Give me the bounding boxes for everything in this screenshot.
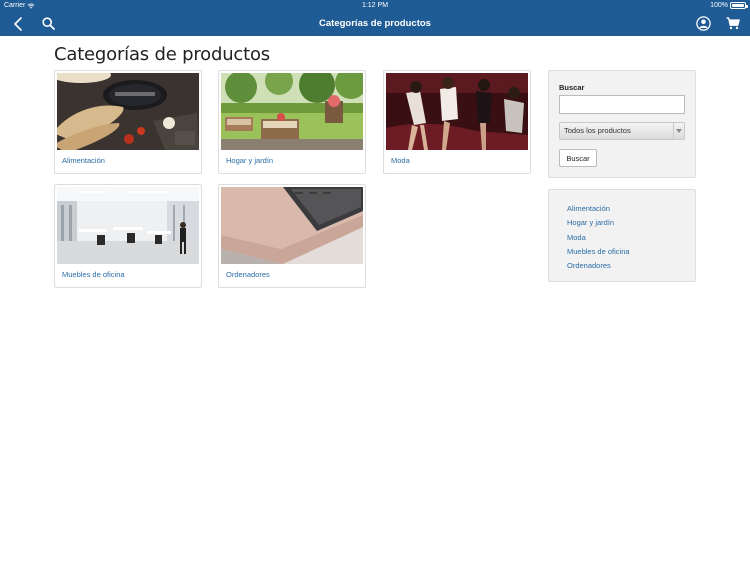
category-select-value: Todos los productos (564, 126, 631, 135)
battery-percent: 100% (710, 2, 728, 9)
category-list-item[interactable]: Moda (567, 231, 630, 245)
category-image-food[interactable] (57, 73, 199, 150)
cart-button[interactable] (722, 13, 744, 34)
nav-bar: Categorías de productos (0, 11, 750, 36)
chevron-down-icon (673, 123, 684, 139)
search-panel: Buscar Todos los productos Buscar (548, 70, 696, 178)
battery-icon (730, 2, 748, 9)
search-input[interactable] (559, 95, 685, 114)
search-label: Buscar (559, 83, 585, 92)
category-link-muebles[interactable]: Muebles de oficina (62, 270, 125, 279)
cart-icon (726, 17, 740, 30)
category-image-garden[interactable] (221, 73, 363, 150)
category-list-item[interactable]: Ordenadores (567, 259, 630, 273)
user-icon (695, 16, 711, 31)
category-image-fashion[interactable] (386, 73, 528, 150)
category-list-item[interactable]: Muebles de oficina (567, 245, 630, 259)
category-list-item[interactable]: Alimentación (567, 202, 630, 216)
status-time: 1:12 PM (361, 2, 389, 9)
battery-indicator: 100% (710, 0, 748, 11)
category-image-laptop[interactable] (221, 187, 363, 264)
nav-title: Categorías de productos (319, 18, 431, 29)
search-submit-button[interactable]: Buscar (559, 149, 597, 167)
category-card-moda[interactable]: Moda (383, 70, 531, 174)
category-card-muebles[interactable]: Muebles de oficina (54, 184, 202, 288)
category-card-hogar[interactable]: Hogar y jardín (218, 70, 366, 174)
category-link-hogar[interactable]: Hogar y jardín (226, 156, 273, 165)
category-image-office[interactable] (57, 187, 199, 264)
page-title: Categorías de productos (54, 44, 270, 65)
status-bar: Carrier 1:12 PM 100% (0, 0, 750, 11)
category-list-item[interactable]: Hogar y jardín (567, 216, 630, 230)
categories-panel: Alimentación Hogar y jardín Moda Muebles… (548, 189, 696, 282)
category-select[interactable]: Todos los productos (559, 122, 685, 140)
categories-list: Alimentación Hogar y jardín Moda Muebles… (567, 202, 630, 273)
category-card-ordenadores[interactable]: Ordenadores (218, 184, 366, 288)
account-button[interactable] (692, 13, 714, 34)
category-link-moda[interactable]: Moda (391, 156, 410, 165)
category-link-alimentacion[interactable]: Alimentación (62, 156, 105, 165)
category-card-alimentacion[interactable]: Alimentación (54, 70, 202, 174)
category-link-ordenadores[interactable]: Ordenadores (226, 270, 270, 279)
